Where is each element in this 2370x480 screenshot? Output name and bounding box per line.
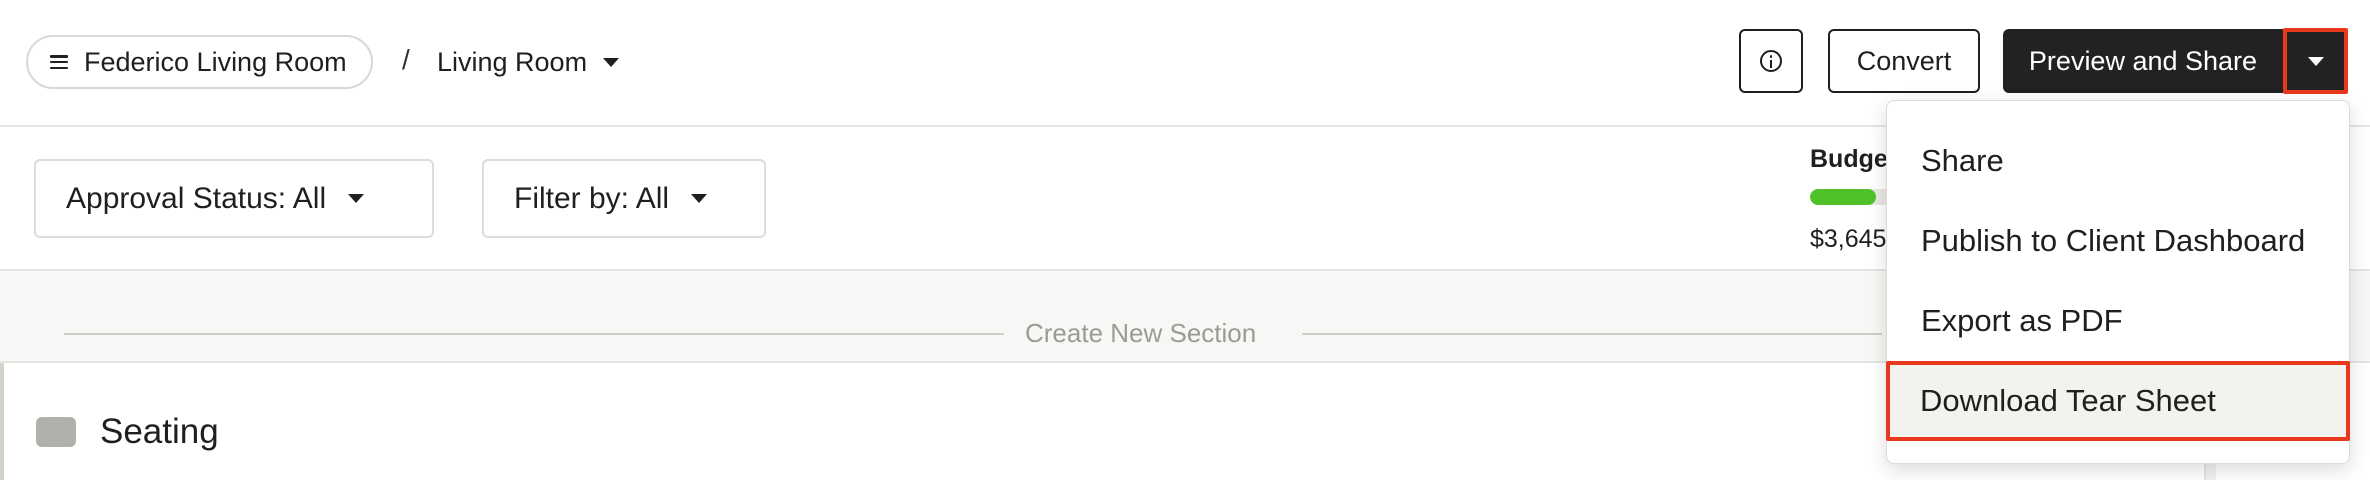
caret-down-icon — [691, 194, 708, 203]
info-icon — [1760, 50, 1782, 72]
section-checkbox[interactable] — [36, 417, 76, 447]
approval-status-label: Approval Status: All — [66, 181, 327, 215]
menu-item-share[interactable]: Share — [1887, 121, 2349, 201]
filter-by-label: Filter by: All — [514, 181, 670, 215]
convert-button[interactable]: Convert — [1828, 29, 1980, 93]
project-selector[interactable]: Federico Living Room — [26, 35, 373, 89]
share-dropdown-menu: Share Publish to Client Dashboard Export… — [1886, 100, 2350, 464]
menu-item-export-as-pdf[interactable]: Export as PDF — [1887, 281, 2349, 361]
preview-dropdown-toggle[interactable] — [2283, 28, 2348, 94]
budget-progress-fill — [1810, 189, 1876, 205]
info-button[interactable] — [1739, 29, 1803, 93]
filter-by-dropdown[interactable]: Filter by: All — [482, 159, 766, 238]
budget-label: Budget — [1810, 145, 1890, 173]
create-new-section-button[interactable]: Create New Section — [1025, 318, 1256, 349]
budget-widget: Budget $3,645 — [1810, 145, 1890, 255]
caret-down-icon — [603, 57, 620, 67]
section-title: Seating — [100, 412, 219, 451]
caret-down-icon — [2307, 56, 2324, 66]
menu-item-download-tear-sheet[interactable]: Download Tear Sheet — [1886, 361, 2350, 441]
preview-and-share-button[interactable]: Preview and Share — [2003, 29, 2283, 93]
room-selector[interactable]: Living Room — [437, 35, 620, 89]
breadcrumb-separator: / — [402, 44, 410, 75]
divider-line — [1302, 333, 1882, 335]
menu-item-publish-to-client-dashboard[interactable]: Publish to Client Dashboard — [1887, 201, 2349, 281]
caret-down-icon — [348, 194, 365, 203]
room-name: Living Room — [437, 46, 588, 77]
divider-line — [64, 333, 1004, 335]
budget-amount: $3,645 — [1810, 225, 1887, 253]
budget-progress-bar — [1810, 189, 1890, 205]
hamburger-icon — [50, 55, 68, 69]
section-row: Seating — [0, 363, 2200, 480]
approval-status-filter[interactable]: Approval Status: All — [34, 159, 434, 238]
project-name: Federico Living Room — [84, 46, 347, 77]
